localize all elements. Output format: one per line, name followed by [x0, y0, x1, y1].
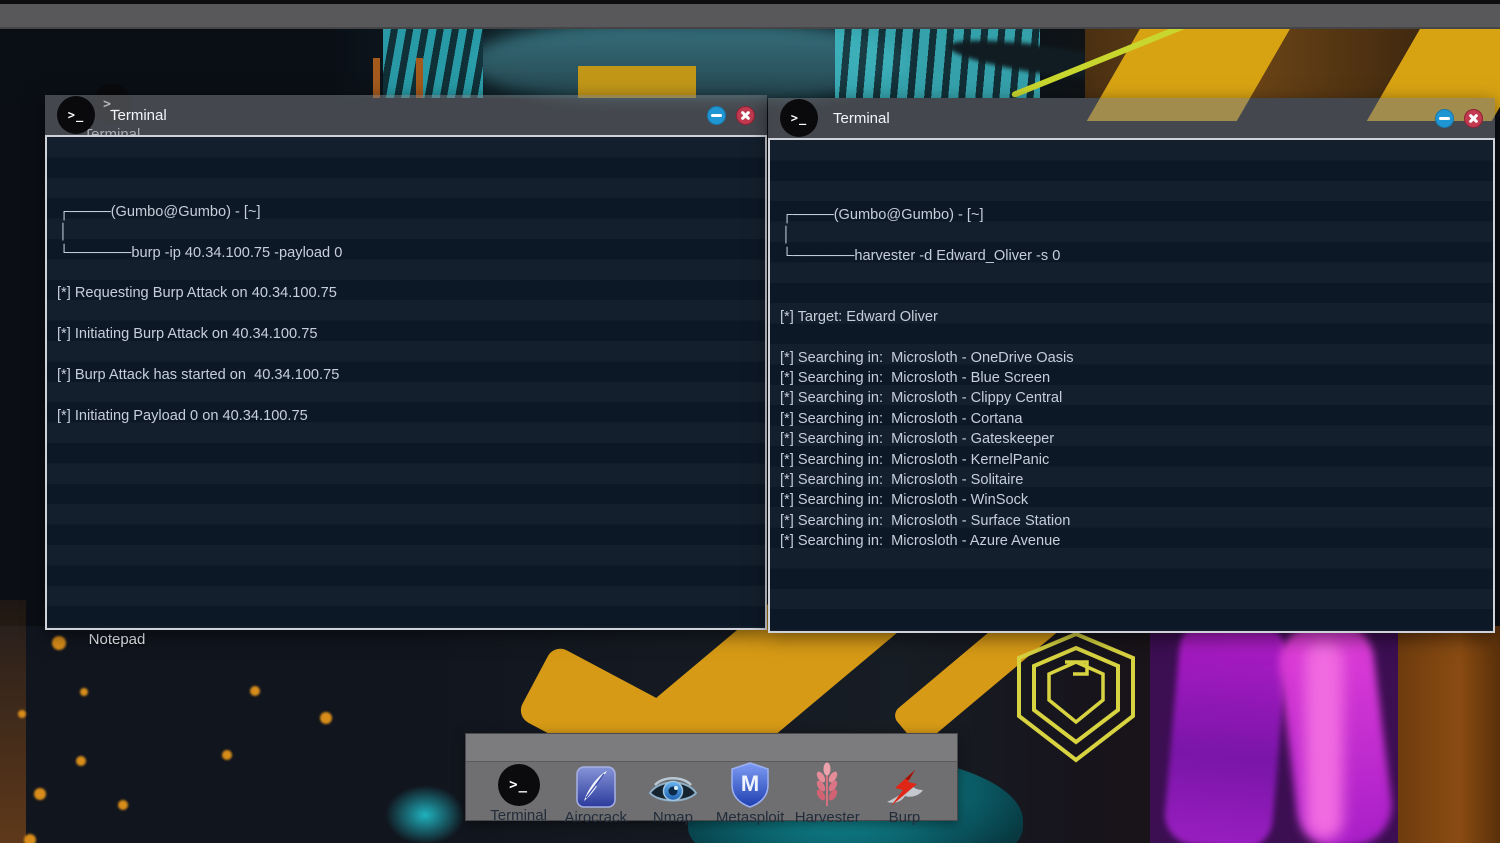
terminal-line: [*] Searching in: Microsloth - Solitaire [780, 470, 1479, 490]
wallpaper-shape [118, 800, 128, 810]
wallpaper-shape [383, 28, 483, 98]
terminal-line: ┌────(Gumbo@Gumbo) - [~] [782, 205, 1479, 225]
dock-item-label: Burp [889, 809, 921, 826]
wallpaper-shape [24, 834, 36, 843]
terminal-icon: >_ [498, 764, 540, 806]
close-button[interactable] [1464, 109, 1483, 128]
dock-item-label: Nmap [653, 809, 693, 826]
wallpaper-shape [76, 756, 86, 766]
terminal-line [57, 345, 751, 365]
dock-item-terminal[interactable]: >_ Terminal [480, 764, 557, 826]
terminal-icon: >_ [57, 96, 95, 134]
terminal-line [780, 327, 1479, 347]
terminal-line [780, 266, 1479, 286]
terminal-line [57, 263, 751, 283]
window-title: Terminal [833, 110, 890, 127]
wallpaper-shape [1162, 618, 1289, 843]
svg-text:M: M [741, 771, 759, 796]
wallpaper-shape [222, 750, 232, 760]
wallpaper-shape [18, 710, 26, 718]
wallpaper-shape [578, 66, 696, 98]
terminal-window-left: >_ Terminal ┌────(Gumbo@Gumbo) - [~]│└──… [45, 95, 767, 630]
wallpaper-shape [320, 712, 332, 724]
terminal-output[interactable]: ┌────(Gumbo@Gumbo) - [~]│└──────burp -ip… [45, 135, 767, 630]
terminal-line [780, 286, 1479, 306]
terminal-line: [*] Initiating Burp Attack on 40.34.100.… [57, 324, 751, 344]
metasploit-icon: M [730, 764, 770, 808]
wallpaper-shape [416, 58, 423, 98]
terminal-line: [*] Searching in: Microsloth - Gateskeep… [780, 429, 1479, 449]
dock-item-nmap[interactable]: Nmap [634, 764, 711, 826]
wallpaper-shape [80, 688, 88, 696]
minimize-button[interactable] [1435, 109, 1454, 128]
window-title: Terminal [110, 107, 167, 124]
window-controls [707, 106, 755, 125]
nmap-icon [647, 764, 699, 808]
terminal-icon: >_ [780, 99, 818, 137]
harvester-icon [812, 764, 842, 808]
terminal-line: ┌────(Gumbo@Gumbo) - [~] [59, 202, 751, 222]
close-button[interactable] [736, 106, 755, 125]
minimize-icon [1439, 117, 1450, 120]
terminal-line: [*] Searching in: Microsloth - Azure Ave… [780, 531, 1479, 551]
terminal-line: [*] Searching in: Microsloth - Surface S… [780, 511, 1479, 531]
dock: >_ Terminal Airocrack [465, 733, 958, 821]
terminal-line: └──────burp -ip 40.34.100.75 -payload 0 [59, 243, 751, 263]
wallpaper-shape [1398, 626, 1500, 843]
terminal-output[interactable]: ┌────(Gumbo@Gumbo) - [~]│└──────harveste… [768, 138, 1495, 633]
window-titlebar[interactable]: >_ Terminal [45, 95, 767, 135]
terminal-line: [*] Searching in: Microsloth - Cortana [780, 409, 1479, 429]
desktop-icon-label: Notepad [57, 631, 177, 648]
wallpaper-shape [34, 788, 46, 800]
wallpaper-shape [385, 785, 465, 843]
minimize-button[interactable] [707, 106, 726, 125]
wallpaper-shape [373, 58, 380, 98]
window-titlebar[interactable]: >_ Terminal [768, 98, 1495, 138]
dock-item-airocrack[interactable]: Airocrack [557, 764, 634, 826]
dock-item-metasploit[interactable]: M Metasploit [712, 764, 789, 826]
wallpaper-emblem [1015, 630, 1137, 764]
dock-item-label: Harvester [795, 809, 860, 826]
terminal-window-right: >_ Terminal ┌────(Gumbo@Gumbo) - [~]│└──… [768, 98, 1495, 633]
terminal-line: [*] Target: Edward Oliver [780, 307, 1479, 327]
dock-item-label: Terminal [490, 807, 547, 824]
terminal-line: [*] Requesting Burp Attack on 40.34.100.… [57, 283, 751, 303]
terminal-line: [*] Initiating Payload 0 on 40.34.100.75 [57, 406, 751, 426]
dock-handle[interactable] [466, 734, 957, 762]
top-panel [0, 0, 1500, 29]
dock-item-label: Airocrack [565, 809, 628, 826]
terminal-line: │ [59, 222, 751, 242]
terminal-line: [*] Searching in: Microsloth - KernelPan… [780, 450, 1479, 470]
terminal-line: └──────harvester -d Edward_Oliver -s 0 [782, 246, 1479, 266]
dock-items: >_ Terminal Airocrack [466, 762, 957, 826]
dock-item-harvester[interactable]: Harvester [789, 764, 866, 826]
terminal-line: [*] Burp Attack has started on 40.34.100… [57, 365, 751, 385]
window-controls [1435, 109, 1483, 128]
terminal-line [57, 304, 751, 324]
terminal-line: [*] Searching in: Microsloth - WinSock [780, 490, 1479, 510]
terminal-line: │ [782, 225, 1479, 245]
dock-item-label: Metasploit [716, 809, 784, 826]
wallpaper-shape [250, 686, 260, 696]
terminal-line [57, 385, 751, 405]
airocrack-icon [576, 764, 616, 808]
wallpaper-shape [1305, 640, 1343, 840]
terminal-line: [*] Searching in: Microsloth - Clippy Ce… [780, 388, 1479, 408]
terminal-line: [*] Searching in: Microsloth - OneDrive … [780, 348, 1479, 368]
terminal-line: [*] Searching in: Microsloth - Blue Scre… [780, 368, 1479, 388]
minimize-icon [711, 114, 722, 117]
wallpaper-shape [0, 600, 26, 843]
dock-item-burp[interactable]: Burp [866, 764, 943, 826]
burp-icon [881, 764, 927, 808]
